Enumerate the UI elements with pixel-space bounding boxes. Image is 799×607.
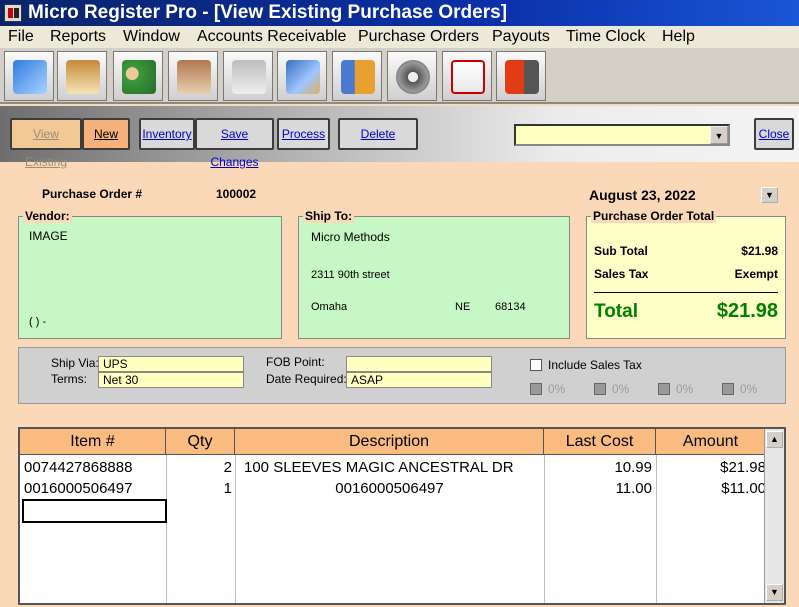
app-icon[interactable] <box>4 4 22 22</box>
scroll-up-icon[interactable]: ▲ <box>766 431 783 448</box>
menu-reports[interactable]: Reports <box>50 26 106 48</box>
row-1-item[interactable]: 0074427868888 <box>24 457 132 478</box>
exit-icon[interactable] <box>496 51 546 101</box>
paid-invoice-icon[interactable] <box>442 51 492 101</box>
gear-icon[interactable] <box>387 51 437 101</box>
sales-tax-label: Sales Tax <box>594 267 649 281</box>
ship-via-field[interactable]: UPS <box>98 356 244 372</box>
window-title: Micro Register Pro - [View Existing Purc… <box>28 2 508 23</box>
date-required-label: Date Required: <box>266 372 347 386</box>
tax-rate-2-checkbox[interactable] <box>594 383 606 395</box>
menu-accounts-receivable[interactable]: Accounts Receivable <box>197 26 346 48</box>
column-divider <box>656 455 657 603</box>
new-item-cell[interactable] <box>22 499 167 523</box>
close-button[interactable]: Close <box>754 118 794 150</box>
order-select[interactable]: ▼ <box>514 124 730 146</box>
chevron-down-icon[interactable]: ▼ <box>710 126 728 144</box>
row-1-amount[interactable]: $21.98 <box>660 457 766 478</box>
grid-scrollbar[interactable]: ▲ ▼ <box>764 429 784 603</box>
register-icon[interactable] <box>223 51 273 101</box>
warehouse-icon[interactable] <box>277 51 327 101</box>
tax-rate-1-label: 0% <box>548 382 566 396</box>
po-date: August 23, 2022 <box>589 187 696 203</box>
tax-rate-3-checkbox[interactable] <box>658 383 670 395</box>
column-divider <box>544 455 545 603</box>
row-1-last-cost[interactable]: 10.99 <box>550 457 652 478</box>
clipboard-icon[interactable] <box>57 51 107 101</box>
inventory-button[interactable]: Inventory <box>139 118 195 150</box>
po-number: 100002 <box>216 187 257 201</box>
vendor-name: IMAGE <box>29 229 68 243</box>
po-total-title: Purchase Order Total <box>591 209 717 223</box>
column-header-description[interactable]: Description <box>235 429 544 455</box>
date-required-field[interactable]: ASAP <box>346 372 492 388</box>
tax-rate-4-label: 0% <box>740 382 758 396</box>
po-total-panel: Purchase Order Total Sub Total $21.98 Sa… <box>586 209 786 339</box>
terms-field[interactable]: Net 30 <box>98 372 244 388</box>
total-divider <box>594 292 778 293</box>
include-sales-tax-label: Include Sales Tax <box>548 358 642 372</box>
scroll-down-icon[interactable]: ▼ <box>766 584 783 601</box>
process-button[interactable]: Process <box>277 118 330 150</box>
total-label: Total <box>594 301 638 322</box>
notepad-icon[interactable] <box>4 51 54 101</box>
fob-point-label: FOB Point: <box>266 355 325 369</box>
subtotal-label: Sub Total <box>594 244 648 258</box>
terms-label: Terms: <box>51 372 87 386</box>
vendor-title: Vendor: <box>23 209 72 223</box>
menu-file[interactable]: File <box>8 26 34 48</box>
row-2-qty[interactable]: 1 <box>170 478 232 499</box>
column-header-item[interactable]: Item # <box>20 429 166 455</box>
ship-to-city: Omaha <box>311 301 348 313</box>
toolbar <box>0 48 799 104</box>
column-header-amount[interactable]: Amount <box>656 429 766 455</box>
sales-tax-value: Exempt <box>734 267 778 281</box>
menu-purchase-orders[interactable]: Purchase Orders <box>358 26 479 48</box>
fob-point-field[interactable] <box>346 356 492 372</box>
tax-rate-3-label: 0% <box>676 382 694 396</box>
new-button[interactable]: New <box>82 118 130 150</box>
save-changes-button[interactable]: Save Changes <box>195 118 274 169</box>
ship-to-panel: Ship To: Micro Methods 2311 90th street … <box>298 209 570 339</box>
delete-button[interactable]: Delete <box>338 118 418 150</box>
ship-to-street: 2311 90th street <box>311 269 390 281</box>
tax-rate-1-checkbox[interactable] <box>530 383 542 395</box>
row-1-qty[interactable]: 2 <box>170 457 232 478</box>
items-grid[interactable]: Item # Qty Description Last Cost Amount … <box>18 427 786 605</box>
date-picker-chevron-icon[interactable]: ▼ <box>761 187 778 203</box>
row-2-amount[interactable]: $11.00 <box>660 478 766 499</box>
menu-window[interactable]: Window <box>123 26 180 48</box>
include-sales-tax-checkbox[interactable] <box>530 359 542 371</box>
vendor-phone: ( ) - <box>29 316 47 328</box>
tax-rate-2-label: 0% <box>612 382 630 396</box>
view-existing-button[interactable]: View Existing <box>10 118 82 169</box>
shipping-panel: Ship Via: UPS Terms: Net 30 FOB Point: D… <box>18 347 786 404</box>
row-2-last-cost[interactable]: 11.00 <box>550 478 652 499</box>
column-header-last-cost[interactable]: Last Cost <box>544 429 656 455</box>
menu-payouts[interactable]: Payouts <box>492 26 550 48</box>
ship-via-label: Ship Via: <box>51 356 99 370</box>
menu-help[interactable]: Help <box>662 26 695 48</box>
menu-time-clock[interactable]: Time Clock <box>566 26 645 48</box>
users-icon[interactable] <box>113 51 163 101</box>
subtotal-value: $21.98 <box>741 244 778 258</box>
column-divider <box>166 455 167 603</box>
ship-to-title: Ship To: <box>303 209 355 223</box>
ship-to-zip: 68134 <box>495 301 526 313</box>
row-2-description[interactable]: 0016000506497 <box>235 478 544 499</box>
price-list-icon[interactable] <box>332 51 382 101</box>
ship-to-state: NE <box>455 301 471 313</box>
total-value: $21.98 <box>716 300 778 322</box>
tax-rate-4-checkbox[interactable] <box>722 383 734 395</box>
row-1-description[interactable]: 100 SLEEVES MAGIC ANCESTRAL DR <box>244 457 514 478</box>
row-2-item[interactable]: 0016000506497 <box>24 478 132 499</box>
column-header-qty[interactable]: Qty <box>166 429 235 455</box>
customer-card-icon[interactable] <box>168 51 218 101</box>
menu-bar: File Reports Window Accounts Receivable … <box>0 26 799 48</box>
ship-to-name: Micro Methods <box>311 230 390 244</box>
title-bar: Micro Register Pro - [View Existing Purc… <box>0 0 799 26</box>
po-number-label: Purchase Order # <box>42 187 143 201</box>
vendor-panel: Vendor: IMAGE ( ) - <box>18 209 282 339</box>
